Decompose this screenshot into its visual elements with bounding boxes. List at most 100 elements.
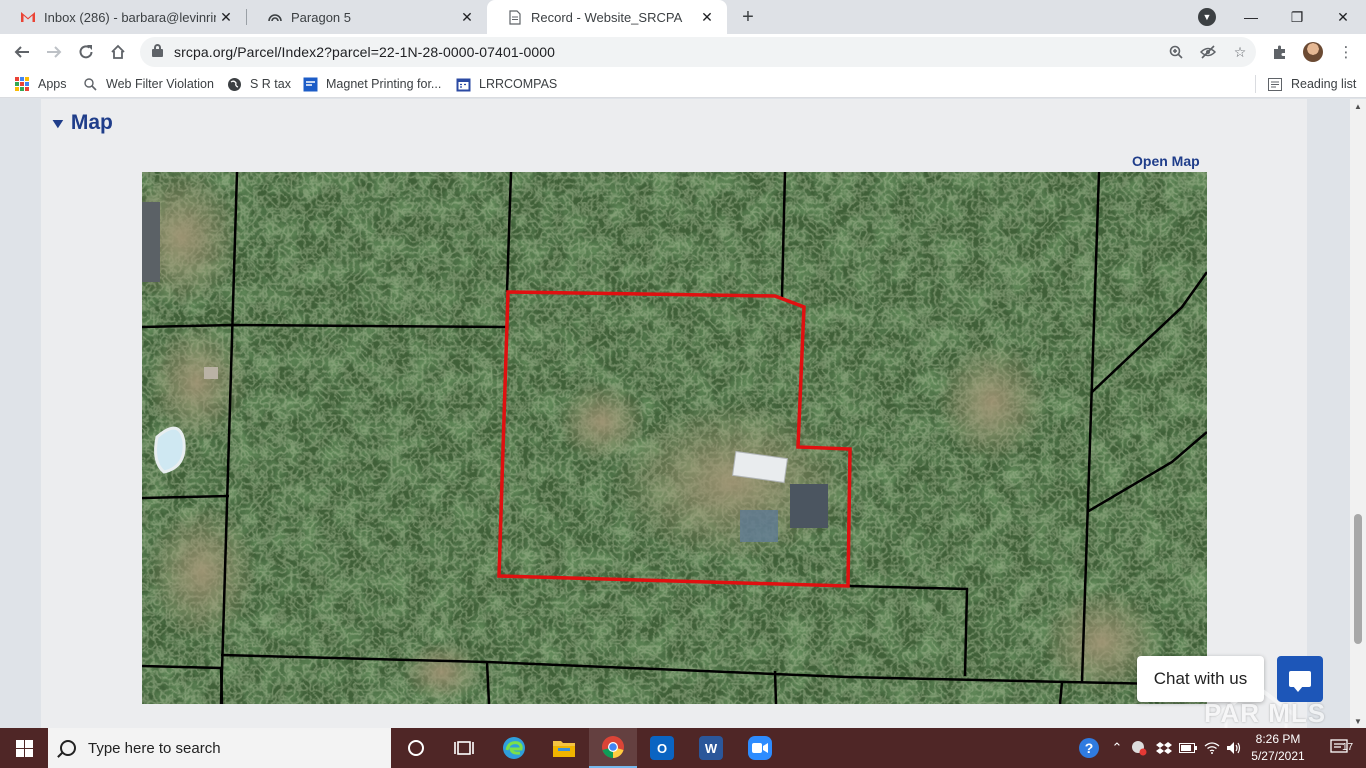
parcel-aerial-map[interactable] [142,172,1207,704]
lock-icon[interactable] [152,44,163,57]
close-tab-icon[interactable]: ✕ [457,7,477,27]
clearing-southwest [147,502,257,642]
search-icon [60,740,76,756]
magnet-icon [302,76,318,92]
restore-icon[interactable]: ❐ [1274,0,1320,34]
more-menu-icon[interactable]: ⋮ [1336,42,1356,62]
tarp-covered-structure [740,510,778,542]
dropbox-icon[interactable] [1154,728,1174,768]
tab-title: Record - Website_SRCPA [531,9,683,25]
clearing-south [402,642,482,702]
bookmarks-bar: Apps Web Filter Violation S R tax Magnet… [0,70,1366,98]
minimize-icon[interactable]: — [1228,0,1274,34]
clearing-parcel-yard [612,402,852,562]
tab-title: Paragon 5 [291,9,351,25]
calendar-icon [455,76,471,92]
bookmark-label: Web Filter Violation [106,77,214,91]
scrollbar-thumb[interactable] [1354,514,1362,644]
reload-icon[interactable] [72,38,100,66]
cortana-icon[interactable] [392,728,440,768]
page-icon [507,9,523,25]
gmail-icon [20,9,36,25]
windows-start-icon[interactable] [0,728,48,768]
page-viewport: ▼ Map Open Map [0,99,1350,728]
eye-blocked-icon[interactable] [1198,42,1218,62]
antivirus-icon[interactable] [1130,728,1148,768]
browser-toolbar: srcpa.org/Parcel/Index2?parcel=22-1N-28-… [0,34,1366,70]
bookmark-apps[interactable]: Apps [14,75,67,93]
profile-avatar[interactable] [1303,42,1323,62]
windows-taskbar: Type here to search O W ? ⌃ 8:26 PM 5/27… [0,728,1366,768]
neighbor-house-roof [142,202,160,282]
reading-list-button[interactable]: Reading list [1267,75,1356,93]
tab-strip: Inbox (286) - barbara@levinrinke ✕ Parag… [0,0,1366,34]
close-tab-icon[interactable]: ✕ [216,7,236,27]
zoom-icon[interactable] [1166,42,1186,62]
volume-icon[interactable] [1224,728,1244,768]
edge-icon[interactable] [490,728,538,768]
battery-charging-icon[interactable] [1178,728,1198,768]
tab-record-srcpa[interactable]: Record - Website_SRCPA ✕ [487,0,727,34]
apps-grid-icon [14,76,30,92]
word-icon[interactable]: W [687,728,735,768]
search-icon [82,76,98,92]
taskbar-search-box[interactable]: Type here to search [48,728,391,768]
reading-list-label: Reading list [1291,77,1357,91]
address-bar[interactable]: srcpa.org/Parcel/Index2?parcel=22-1N-28-… [140,37,1256,67]
back-arrow-icon[interactable] [8,38,36,66]
bookmark-lrrcompas[interactable]: LRRCOMPAS [455,75,557,93]
url-text[interactable]: srcpa.org/Parcel/Index2?parcel=22-1N-28-… [174,44,555,60]
close-tab-icon[interactable]: ✕ [697,7,717,27]
map-section-header[interactable]: ▼ Map [49,111,113,135]
close-window-icon[interactable]: ✕ [1320,0,1366,34]
bookmarks-divider [1255,75,1256,93]
open-map-link[interactable]: Open Map [1132,153,1200,169]
outlook-icon[interactable]: O [638,728,686,768]
bookmark-label: Apps [38,77,67,91]
tab-paragon[interactable]: Paragon 5 ✕ [247,0,487,34]
globe-icon [226,76,242,92]
taskbar-clock[interactable]: 8:26 PM 5/27/2021 [1246,731,1310,765]
extensions-puzzle-icon[interactable] [1270,42,1290,62]
clock-date: 5/27/2021 [1251,749,1305,763]
tab-title: Inbox (286) - barbara@levinrinke [44,9,216,25]
zoom-app-icon[interactable] [736,728,784,768]
action-center-icon[interactable]: 17 [1320,728,1360,768]
bookmark-label: S R tax [250,77,291,91]
home-icon[interactable] [104,38,132,66]
bookmark-magnet-printing[interactable]: Magnet Printing for... [302,75,441,93]
map-section: ▼ Map Open Map [41,99,1307,728]
new-tab-button[interactable]: + [736,5,760,29]
bookmark-label: LRRCOMPAS [479,77,558,91]
forward-arrow-icon[interactable] [40,38,68,66]
page-scrollbar[interactable]: ▲ ▼ [1350,99,1366,728]
tab-search-icon[interactable]: ▼ [1198,8,1216,26]
section-title: Map [70,111,113,134]
mls-watermark: PAR MLS [1196,676,1356,736]
task-view-icon[interactable] [440,728,488,768]
wifi-icon[interactable] [1202,728,1222,768]
bookmark-label: Magnet Printing for... [326,77,442,91]
chrome-icon[interactable] [589,728,637,768]
reading-list-icon [1267,76,1283,92]
garage-roof [790,484,828,528]
watermark-text: PAR MLS [1204,698,1327,728]
clearing-east [937,342,1047,462]
chevron-down-icon[interactable]: ▼ [49,115,67,131]
bookmark-star-icon[interactable]: ☆ [1230,42,1250,62]
clearing-parcel-west [557,382,647,462]
aerial-map-canvas [142,172,1207,704]
help-icon[interactable]: ? [1076,728,1102,768]
tab-gmail[interactable]: Inbox (286) - barbara@levinrinke ✕ [0,0,246,34]
clock-time: 8:26 PM [1255,732,1301,746]
paragon-icon [267,9,283,25]
bookmark-s-r-tax[interactable]: S R tax [226,75,291,93]
scroll-up-arrow-icon[interactable]: ▲ [1350,99,1366,113]
svg-text:?: ? [1085,740,1094,756]
bookmark-web-filter-violation[interactable]: Web Filter Violation [82,75,214,93]
file-explorer-icon[interactable] [540,728,588,768]
shed-roof [204,367,218,379]
notification-count-badge: 17 [1342,742,1354,753]
taskbar-search-placeholder: Type here to search [88,739,221,757]
show-hidden-icons-chevron-icon[interactable]: ⌃ [1108,728,1126,768]
